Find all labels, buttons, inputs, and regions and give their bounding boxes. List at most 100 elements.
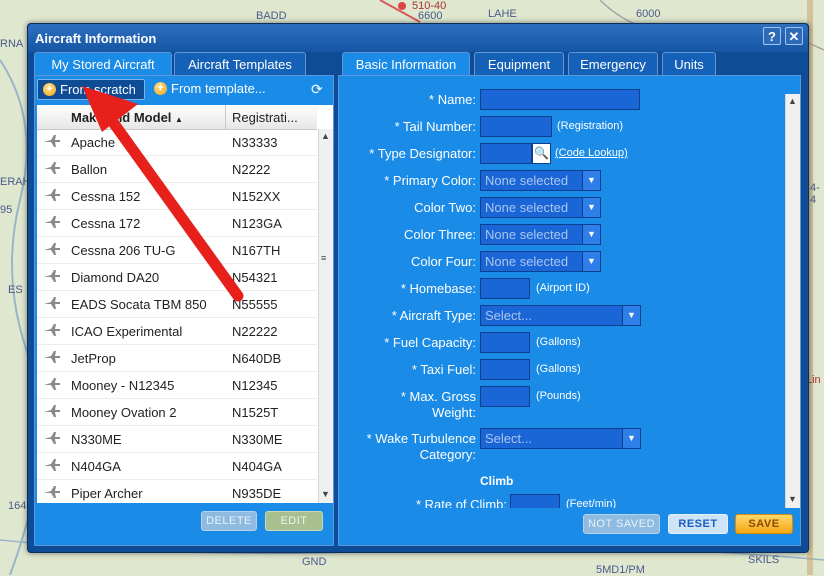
chevron-down-icon[interactable]: ▼ bbox=[622, 429, 640, 448]
make-model-cell: Piper Archer bbox=[71, 486, 143, 501]
scroll-down-icon[interactable]: ▼ bbox=[788, 494, 797, 504]
add-icon: + bbox=[43, 83, 56, 96]
map-label: ES bbox=[8, 284, 23, 296]
from-template-button[interactable]: + From template... bbox=[149, 79, 299, 100]
table-row[interactable]: JetProp N640DB bbox=[37, 345, 317, 372]
chevron-down-icon[interactable]: ▼ bbox=[582, 252, 600, 271]
chevron-down-icon[interactable]: ▼ bbox=[582, 225, 600, 244]
aircraft-type-label: * Aircraft Type: bbox=[391, 308, 476, 323]
tab-basic-information[interactable]: Basic Information bbox=[342, 52, 470, 75]
list-footer: DELETE EDIT bbox=[35, 506, 333, 545]
form-scrollbar[interactable]: ▲ ▼ bbox=[785, 94, 800, 508]
form-footer: NOT SAVED RESET SAVE bbox=[339, 509, 800, 545]
table-row[interactable]: Mooney Ovation 2 N1525T bbox=[37, 399, 317, 426]
taxi-fuel-input[interactable] bbox=[480, 359, 530, 380]
edit-button[interactable]: EDIT bbox=[265, 511, 323, 531]
color-two-label: Color Two: bbox=[414, 200, 476, 215]
rate-of-climb-input[interactable] bbox=[510, 494, 560, 508]
map-label: ERAH bbox=[0, 176, 31, 188]
wake-turbulence-select[interactable]: Select... ▼ bbox=[480, 428, 641, 449]
make-model-cell: Mooney Ovation 2 bbox=[71, 405, 177, 420]
column-label: Make and Model bbox=[71, 110, 172, 125]
reset-button[interactable]: RESET bbox=[668, 514, 728, 534]
color-three-select[interactable]: None selected ▼ bbox=[480, 224, 601, 245]
primary-color-label: * Primary Color: bbox=[384, 173, 476, 188]
rate-of-climb-label: * Rate of Climb: bbox=[415, 497, 507, 508]
column-divider[interactable] bbox=[225, 105, 226, 129]
make-model-cell: EADS Socata TBM 850 bbox=[71, 297, 207, 312]
table-row[interactable]: Diamond DA20 N54321 bbox=[37, 264, 317, 291]
max-gross-weight-input[interactable] bbox=[480, 386, 530, 407]
map-label: 6000 bbox=[636, 8, 661, 20]
table-row[interactable]: EADS Socata TBM 850 N55555 bbox=[37, 291, 317, 318]
table-row[interactable]: Cessna 172 N123GA bbox=[37, 210, 317, 237]
column-header-registration[interactable]: Registrati... bbox=[232, 110, 298, 125]
max-gross-weight-label: * Max. Gross bbox=[400, 389, 476, 404]
help-button[interactable]: ? bbox=[763, 27, 781, 45]
tab-units[interactable]: Units bbox=[662, 52, 716, 75]
tab-aircraft-templates[interactable]: Aircraft Templates bbox=[174, 52, 306, 75]
chevron-down-icon[interactable]: ▼ bbox=[622, 306, 640, 325]
type-designator-input[interactable] bbox=[480, 143, 532, 164]
search-icon[interactable]: 🔍 bbox=[532, 143, 551, 164]
table-row[interactable]: Piper Archer N935DE bbox=[37, 480, 317, 503]
airplane-icon bbox=[43, 431, 61, 445]
table-row[interactable]: Mooney - N12345 N12345 bbox=[37, 372, 317, 399]
from-scratch-button[interactable]: + From scratch bbox=[37, 79, 145, 100]
make-model-cell: Ballon bbox=[71, 162, 108, 177]
scroll-grip-icon[interactable]: ≡ bbox=[321, 253, 326, 263]
name-input[interactable] bbox=[480, 89, 640, 110]
column-header-make-model[interactable]: Make and Model ▲ bbox=[71, 110, 183, 125]
aircraft-type-select[interactable]: Select... ▼ bbox=[480, 305, 641, 326]
map-label: GND bbox=[302, 556, 327, 568]
color-four-select[interactable]: None selected ▼ bbox=[480, 251, 601, 272]
registration-cell: N935DE bbox=[232, 486, 282, 501]
tab-emergency[interactable]: Emergency bbox=[568, 52, 658, 75]
chevron-down-icon[interactable]: ▼ bbox=[582, 171, 600, 190]
refresh-icon[interactable]: ⟳ bbox=[311, 81, 323, 98]
primary-color-select[interactable]: None selected ▼ bbox=[480, 170, 601, 191]
select-value: None selected bbox=[485, 200, 569, 215]
make-model-cell: Cessna 152 bbox=[71, 189, 141, 204]
close-button[interactable]: ✕ bbox=[785, 27, 803, 45]
registration-cell: N1525T bbox=[232, 405, 279, 420]
scroll-up-icon[interactable]: ▲ bbox=[321, 131, 330, 141]
make-model-cell: Apache bbox=[71, 135, 116, 150]
map-label: BADD bbox=[256, 10, 287, 22]
list-scrollbar[interactable]: ▲ ≡ ▼ bbox=[318, 129, 333, 503]
scroll-down-icon[interactable]: ▼ bbox=[321, 489, 330, 499]
homebase-hint: (Airport ID) bbox=[536, 282, 590, 294]
code-lookup-link[interactable]: (Code Lookup) bbox=[555, 147, 628, 159]
not-saved-button[interactable]: NOT SAVED bbox=[583, 514, 660, 534]
airplane-icon bbox=[43, 350, 61, 364]
fuel-capacity-input[interactable] bbox=[480, 332, 530, 353]
dialog-titlebar[interactable]: Aircraft Information ? ✕ bbox=[28, 24, 808, 52]
color-two-select[interactable]: None selected ▼ bbox=[480, 197, 601, 218]
table-row[interactable]: N330ME N330ME bbox=[37, 426, 317, 453]
tab-equipment[interactable]: Equipment bbox=[474, 52, 564, 75]
chevron-down-icon[interactable]: ▼ bbox=[582, 198, 600, 217]
select-value: None selected bbox=[485, 173, 569, 188]
table-row[interactable]: Apache N33333 bbox=[37, 129, 317, 156]
airplane-icon bbox=[43, 485, 61, 499]
select-value: Select... bbox=[485, 308, 532, 323]
save-button[interactable]: SAVE bbox=[735, 514, 793, 534]
delete-button[interactable]: DELETE bbox=[201, 511, 257, 531]
airplane-icon bbox=[43, 458, 61, 472]
registration-cell: N330ME bbox=[232, 432, 283, 447]
homebase-input[interactable] bbox=[480, 278, 530, 299]
fuel-capacity-hint: (Gallons) bbox=[536, 336, 581, 348]
table-row[interactable]: Cessna 152 N152XX bbox=[37, 183, 317, 210]
table-row[interactable]: N404GA N404GA bbox=[37, 453, 317, 480]
taxi-fuel-label: * Taxi Fuel: bbox=[411, 362, 476, 377]
max-gross-weight-label: Weight: bbox=[432, 405, 476, 420]
table-row[interactable]: Cessna 206 TU-G N167TH bbox=[37, 237, 317, 264]
map-label: SKILS bbox=[748, 554, 780, 566]
table-row[interactable]: ICAO Experimental N22222 bbox=[37, 318, 317, 345]
aircraft-list-body: + From scratch + From template... ⟳ Make… bbox=[34, 75, 334, 546]
scroll-up-icon[interactable]: ▲ bbox=[788, 96, 797, 106]
tab-my-stored-aircraft[interactable]: My Stored Aircraft bbox=[34, 52, 172, 75]
table-row[interactable]: Ballon N2222 bbox=[37, 156, 317, 183]
basic-information-form: * Name: * Tail Number: (Registration) * … bbox=[338, 75, 801, 546]
tail-number-input[interactable] bbox=[480, 116, 552, 137]
